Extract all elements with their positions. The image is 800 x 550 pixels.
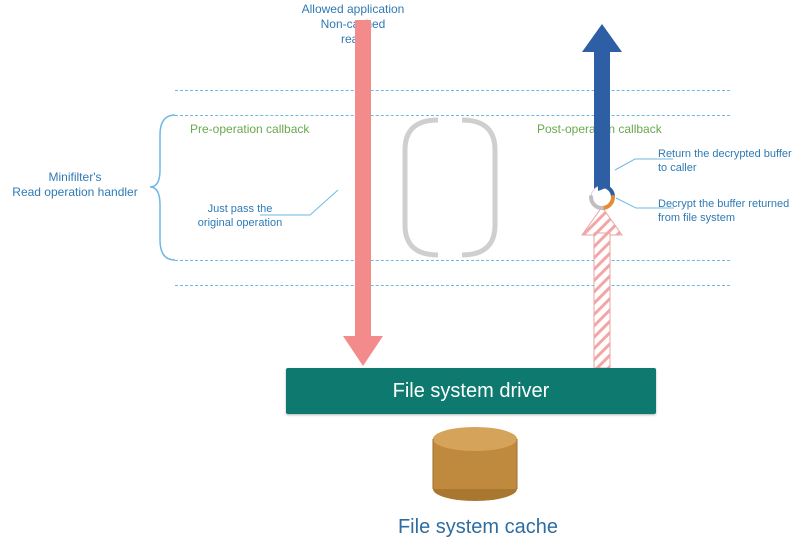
post-note-top: Return the decrypted buffer to caller xyxy=(658,148,796,176)
cylinder-icon xyxy=(425,425,525,505)
minifilter-label: Minifilter's Read operation handler xyxy=(0,170,150,200)
file-system-driver-box: File system driver xyxy=(286,368,656,414)
hatched-up-arrow-icon xyxy=(577,205,627,370)
left-bracket-icon xyxy=(400,120,440,255)
file-system-driver-label: File system driver xyxy=(393,380,550,403)
dashed-bottom xyxy=(175,285,730,286)
brace-icon xyxy=(150,115,180,260)
file-system-cache-label: File system cache xyxy=(378,515,578,540)
pre-callback-label: Pre-operation callback xyxy=(190,122,309,137)
decrypt-ring-icon xyxy=(587,182,617,212)
pre-note: Just pass the original operation xyxy=(190,203,290,231)
post-note-bottom: Decrypt the buffer returned from file sy… xyxy=(658,198,796,226)
dashed-upper-inner xyxy=(175,115,730,116)
right-bracket-icon xyxy=(460,120,500,255)
dashed-lower-inner xyxy=(175,260,730,261)
dashed-top xyxy=(175,90,730,91)
down-arrow-icon xyxy=(338,20,388,368)
